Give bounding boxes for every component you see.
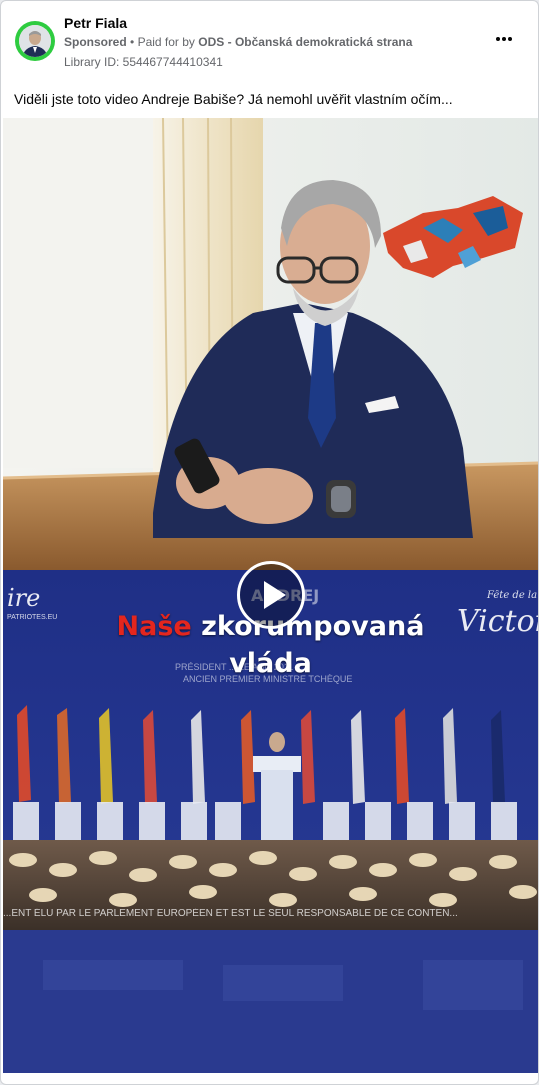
sponsored-label: Sponsored bbox=[64, 35, 127, 49]
avatar-portrait-icon bbox=[19, 25, 51, 57]
video-frame-rally: ire PATRIOTES.EU Fête de la Victoire AND… bbox=[3, 570, 538, 1073]
banner-right-small-text: Fête de la bbox=[487, 590, 538, 601]
video-frame-office bbox=[3, 118, 538, 570]
author-avatar[interactable] bbox=[15, 21, 55, 61]
banner-left-text: ire bbox=[7, 584, 41, 612]
post-caption: Viděli jste toto video Andreje Babiše? J… bbox=[14, 91, 453, 107]
meta-separator: • bbox=[130, 35, 138, 49]
office-scene-illustration bbox=[3, 118, 538, 570]
library-id: Library ID: 554467744410341 bbox=[64, 55, 223, 69]
sponsored-meta: Sponsored • Paid for by ODS - Občanská d… bbox=[64, 35, 412, 49]
overlay-word-red: Naše bbox=[116, 611, 192, 642]
more-dots-icon bbox=[496, 37, 512, 41]
author-name[interactable]: Petr Fiala bbox=[64, 15, 127, 31]
post-header: Petr Fiala Sponsored • Paid for by ODS -… bbox=[1, 1, 538, 81]
play-icon bbox=[264, 581, 286, 609]
more-options-button[interactable] bbox=[492, 29, 516, 49]
video-overlay-line2: vláda bbox=[229, 648, 312, 679]
video-player[interactable]: ire PATRIOTES.EU Fête de la Victoire AND… bbox=[3, 118, 538, 1073]
avatar-photo bbox=[19, 25, 51, 57]
sponsored-post-card: Petr Fiala Sponsored • Paid for by ODS -… bbox=[0, 0, 539, 1085]
rally-scene-illustration bbox=[3, 570, 538, 1073]
stage-ticker-text: ...ENT ÉLU PAR LE PARLEMENT EUROPÉEN ET … bbox=[3, 908, 458, 919]
payer-name[interactable]: ODS - Občanská demokratická strana bbox=[198, 35, 412, 49]
paid-for-prefix: Paid for by bbox=[137, 35, 195, 49]
play-button[interactable] bbox=[237, 561, 305, 629]
overlay-word-white: zkorumpovaná bbox=[201, 611, 425, 642]
